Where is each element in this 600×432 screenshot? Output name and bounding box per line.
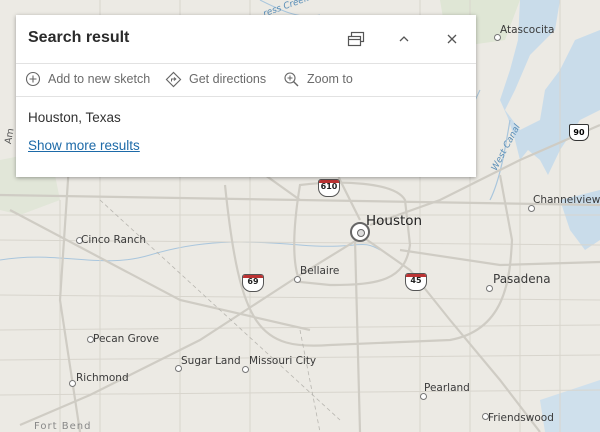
- missouri-city-dot: [242, 366, 249, 373]
- close-icon: [447, 34, 457, 44]
- panel-title: Search result: [28, 29, 130, 46]
- add-circle-icon: [25, 71, 41, 87]
- add-to-sketch-button[interactable]: Add to new sketch: [25, 70, 150, 88]
- zoom-to-label: Zoom to: [307, 72, 353, 86]
- us-90-shield: 90: [569, 124, 589, 141]
- header-divider: [16, 63, 476, 64]
- collapse-button[interactable]: [392, 27, 416, 51]
- atascocita-label: Atascocita: [500, 24, 555, 36]
- bellaire-dot: [294, 276, 301, 283]
- directions-icon: [165, 71, 182, 87]
- interstate-69-shield: 69: [242, 274, 264, 292]
- pasadena-dot: [486, 285, 493, 292]
- zoom-to-icon: [284, 71, 299, 86]
- richmond-label: Richmond: [76, 372, 129, 384]
- zoom-to-button[interactable]: Zoom to: [283, 70, 353, 88]
- add-to-sketch-label: Add to new sketch: [48, 72, 151, 86]
- sugar-land-label: Sugar Land: [181, 355, 241, 367]
- interstate-610-shield: 610: [318, 179, 340, 197]
- bellaire-label: Bellaire: [300, 265, 340, 277]
- close-button[interactable]: [440, 27, 464, 51]
- pecan-grove-label: Pecan Grove: [93, 333, 159, 345]
- result-location-marker[interactable]: [350, 222, 370, 242]
- chevron-up-icon: [399, 36, 409, 42]
- channelview-dot: [528, 205, 535, 212]
- actions-divider: [16, 96, 476, 97]
- search-result-panel: Search result Add to new sketch Get dire…: [16, 15, 476, 177]
- result-place-name: Houston, Texas: [28, 110, 121, 125]
- richmond-dot: [69, 380, 76, 387]
- fort-bend-label: Fort Bend: [34, 421, 92, 432]
- missouri-city-label: Missouri City: [249, 355, 317, 367]
- houston-label: Houston: [366, 213, 423, 229]
- cinco-ranch-label: Cinco Ranch: [81, 234, 147, 246]
- channelview-label: Channelview: [533, 194, 600, 206]
- get-directions-button[interactable]: Get directions: [165, 70, 266, 88]
- interstate-45-shield: 45: [405, 273, 427, 291]
- panel-header: Search result: [16, 15, 476, 63]
- dock-button[interactable]: [344, 27, 368, 51]
- friendswood-label: Friendswood: [488, 412, 554, 424]
- get-directions-label: Get directions: [189, 72, 267, 86]
- pearland-label: Pearland: [424, 382, 470, 394]
- pasadena-label: Pasadena: [493, 272, 551, 286]
- dock-icon: [347, 31, 365, 47]
- show-more-results-link[interactable]: Show more results: [28, 138, 140, 153]
- pearland-dot: [420, 393, 427, 400]
